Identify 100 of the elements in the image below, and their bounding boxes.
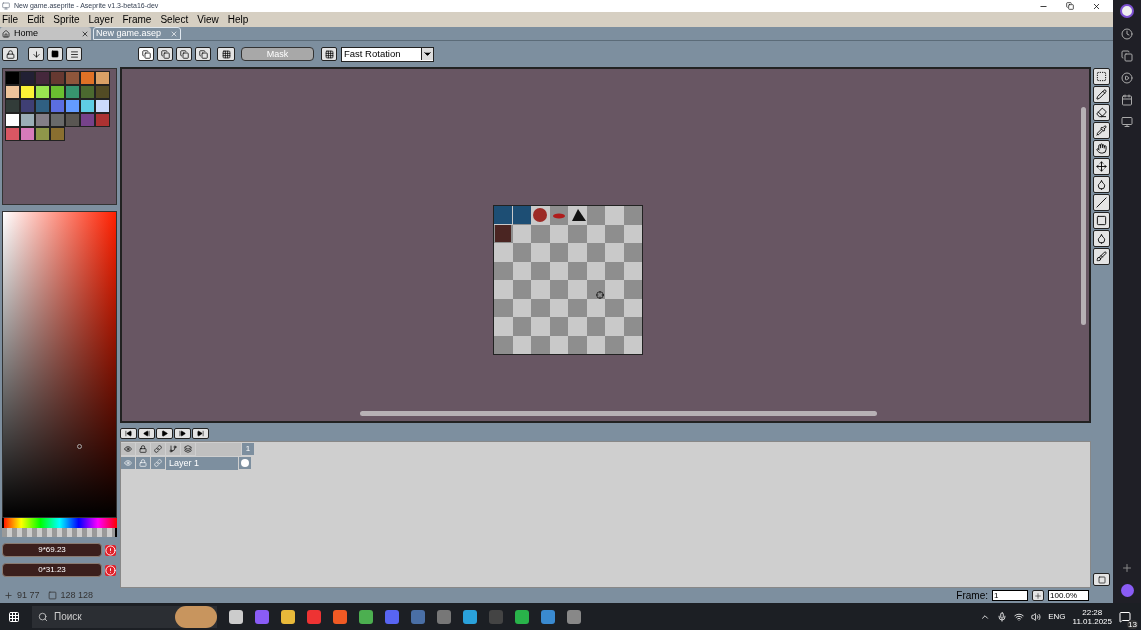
palette-swatch[interactable] (50, 99, 65, 113)
palette-swatch[interactable] (20, 85, 35, 99)
palette-swatch[interactable] (80, 99, 95, 113)
tool-button[interactable] (1093, 140, 1110, 157)
layer-header-button[interactable] (136, 443, 150, 455)
notifications-icon[interactable] (1119, 610, 1131, 623)
palette-swatch[interactable] (50, 85, 65, 99)
square-button[interactable] (47, 47, 63, 61)
layer-toggle[interactable] (136, 457, 150, 469)
palette-swatch[interactable] (20, 99, 35, 113)
palette-swatch[interactable] (5, 99, 20, 113)
palette-swatch[interactable] (50, 71, 65, 85)
grid-button[interactable] (321, 47, 337, 61)
color-field[interactable]: 0*31.23 (2, 563, 102, 577)
hue-slider[interactable] (2, 518, 117, 528)
palette-swatch[interactable] (65, 113, 80, 127)
menu-item[interactable]: Help (227, 12, 249, 27)
selection-mode-button[interactable] (176, 47, 192, 61)
menu-item[interactable]: Select (160, 12, 189, 27)
palette-swatch[interactable] (5, 85, 20, 99)
close-icon[interactable] (1092, 1, 1101, 11)
selection-mode-button[interactable] (195, 47, 211, 61)
menu-button[interactable] (66, 47, 82, 61)
layer-header-button[interactable] (166, 443, 180, 455)
tool-button[interactable] (1093, 122, 1110, 139)
taskbar-app-icon[interactable] (463, 609, 477, 624)
palette-swatch[interactable] (50, 113, 65, 127)
tool-button[interactable] (1093, 176, 1110, 193)
assistant-icon[interactable] (1120, 584, 1134, 597)
clock-icon[interactable] (1121, 28, 1133, 40)
tool-button[interactable] (1093, 86, 1110, 103)
taskbar-app-icon[interactable] (333, 609, 347, 624)
alpha-slider[interactable] (2, 528, 117, 537)
windows-icon[interactable] (8, 610, 20, 623)
playback-button[interactable] (120, 427, 137, 439)
palette-swatch[interactable] (80, 85, 95, 99)
palette-swatch[interactable] (35, 127, 50, 141)
tool-button[interactable] (1093, 248, 1110, 265)
playback-button[interactable] (138, 427, 155, 439)
palette-swatch[interactable] (5, 113, 20, 127)
zoom-field[interactable]: 100.0% (1048, 590, 1089, 601)
close-icon[interactable] (81, 29, 89, 38)
frame-field[interactable]: 1 (992, 590, 1028, 601)
microphone-icon[interactable] (997, 611, 1008, 622)
search-field[interactable]: Поиск (32, 605, 217, 628)
transparent-button[interactable] (217, 47, 235, 61)
copy-icon[interactable] (1121, 50, 1133, 62)
canvas-area[interactable] (120, 67, 1091, 423)
sprite-canvas[interactable] (493, 205, 643, 355)
palette-swatch[interactable] (20, 71, 35, 85)
playback-button[interactable] (192, 427, 209, 439)
cel-cell[interactable] (239, 457, 251, 469)
palette-swatch[interactable] (95, 71, 110, 85)
avatar-icon[interactable] (1120, 4, 1134, 18)
menu-item[interactable]: Layer (88, 12, 114, 27)
add-icon[interactable] (1121, 562, 1133, 574)
vertical-scrollbar[interactable] (1081, 107, 1086, 325)
palette-swatch[interactable] (65, 85, 80, 99)
maximize-icon[interactable] (1066, 1, 1074, 10)
language-indicator[interactable]: ENG (1048, 610, 1066, 623)
menu-item[interactable]: Sprite (53, 12, 80, 27)
down-button[interactable] (28, 47, 44, 61)
selection-mode-button[interactable] (138, 47, 154, 61)
tool-button[interactable] (1093, 212, 1110, 229)
menu-item[interactable]: File (2, 12, 19, 27)
palette-swatch[interactable] (95, 85, 110, 99)
speaker-icon[interactable] (1031, 611, 1042, 622)
palette-swatch[interactable] (65, 71, 80, 85)
menu-item[interactable]: Edit (27, 12, 45, 27)
palette-swatch[interactable] (65, 99, 80, 113)
palette-swatch[interactable] (35, 99, 50, 113)
palette-swatch[interactable] (95, 113, 110, 127)
playback-button[interactable] (156, 427, 173, 439)
palette-swatch[interactable] (20, 113, 35, 127)
layer-toggle[interactable] (121, 457, 135, 469)
document-tab[interactable]: Home (0, 27, 91, 40)
taskbar-app-icon[interactable] (515, 609, 529, 624)
layer-header-button[interactable] (181, 443, 195, 455)
palette-swatch[interactable] (80, 71, 95, 85)
palette-swatch[interactable] (50, 127, 65, 141)
palette-swatch[interactable] (95, 99, 110, 113)
tool-button[interactable] (1093, 230, 1110, 247)
taskbar-app-icon[interactable] (541, 609, 555, 624)
palette-swatch[interactable] (35, 85, 50, 99)
calendar-icon[interactable] (1121, 94, 1133, 106)
network-icon[interactable] (1014, 611, 1025, 622)
marquee-tool[interactable] (1093, 68, 1110, 85)
palette-swatch[interactable] (80, 113, 95, 127)
tool-button[interactable] (1093, 104, 1110, 121)
playback-button[interactable] (174, 427, 191, 439)
layer-toggle[interactable] (151, 457, 165, 469)
tool-button[interactable] (1093, 158, 1110, 175)
palette-swatch[interactable] (20, 127, 35, 141)
zoom-fit-button[interactable] (1093, 573, 1110, 586)
tool-button[interactable] (1093, 194, 1110, 211)
palette-swatch[interactable] (35, 113, 50, 127)
clock-time[interactable]: 22:28 (1082, 607, 1103, 617)
taskbar-app-icon[interactable] (567, 609, 581, 624)
lock-button[interactable] (2, 47, 18, 61)
palette-swatch[interactable] (5, 71, 20, 85)
